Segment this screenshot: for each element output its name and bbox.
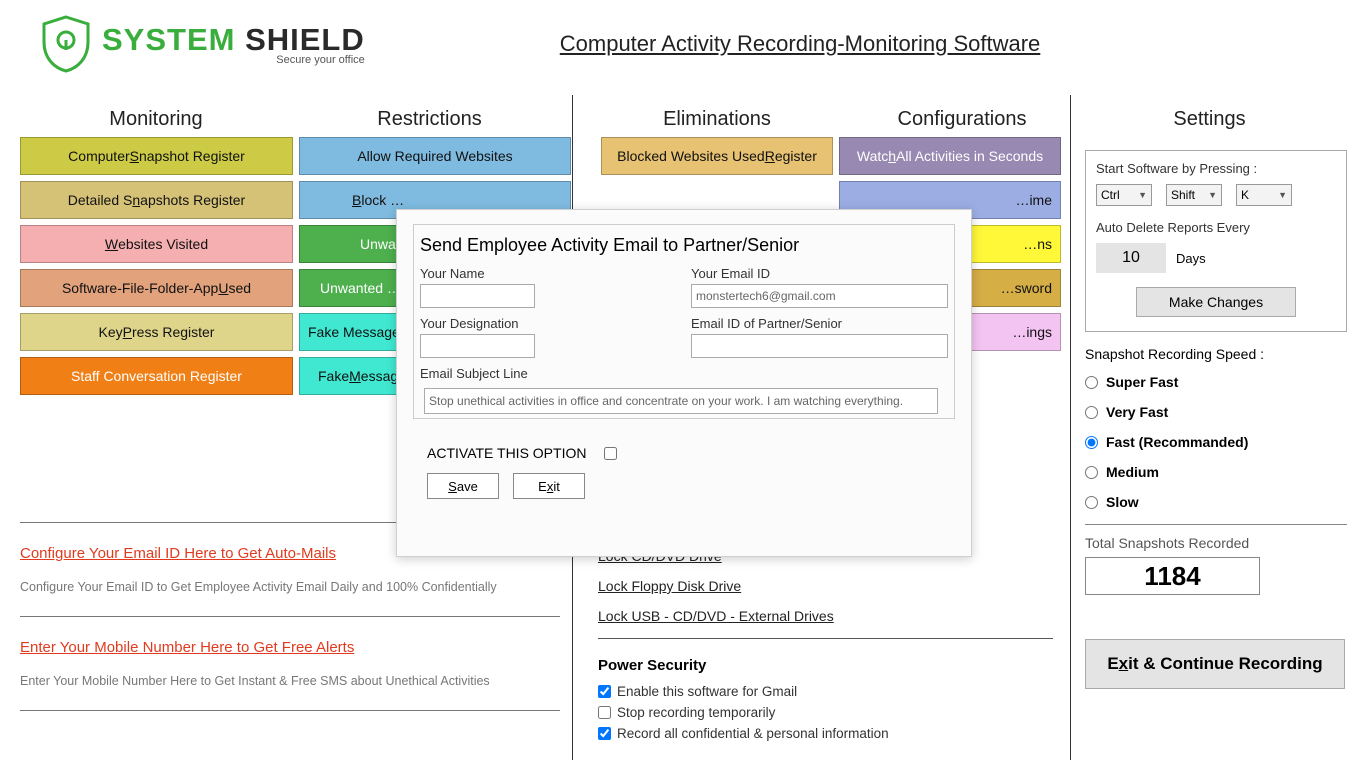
allow-websites-button[interactable]: Allow Required Websites — [299, 137, 571, 175]
partner-email-input[interactable] — [691, 334, 948, 358]
col-header-configurations: Configurations — [847, 108, 1077, 131]
col-header-settings: Settings — [1087, 108, 1332, 131]
speed-slow-radio[interactable]: Slow — [1085, 494, 1347, 510]
mobile-number-link[interactable]: Enter Your Mobile Number Here to Get Fre… — [20, 639, 560, 656]
logo-text: SYSTEM SHIELD — [102, 22, 365, 58]
software-used-button[interactable]: Software-File-Folder-App Used — [20, 269, 293, 307]
exit-continue-button[interactable]: Exit & Continue Recording — [1085, 639, 1345, 689]
header: SYSTEM SHIELD Secure your office Compute… — [0, 0, 1366, 82]
dialog-title: Send Employee Activity Email to Partner/… — [416, 235, 952, 266]
hotkey-select-1[interactable]: Ctrl▼ — [1096, 184, 1152, 206]
subject-input[interactable] — [424, 388, 938, 414]
power-security-title: Power Security — [598, 657, 1048, 674]
blocked-websites-register-button[interactable]: Blocked Websites Used Register — [601, 137, 833, 175]
your-name-label: Your Name — [420, 266, 677, 281]
activate-checkbox[interactable] — [604, 447, 617, 460]
auto-delete-days-value[interactable]: 10 — [1096, 243, 1166, 273]
activate-label: ACTIVATE THIS OPTION — [427, 445, 586, 461]
speed-fast-radio[interactable]: Fast (Recommanded) — [1085, 434, 1347, 450]
chevron-down-icon: ▼ — [1278, 190, 1287, 200]
keypress-register-button[interactable]: KeyPress Register — [20, 313, 293, 351]
partner-email-label: Email ID of Partner/Senior — [691, 316, 948, 331]
right-lower-panel: Lock CD/DVD Drive Lock Floppy Disk Drive… — [598, 548, 1048, 747]
column-headers: Monitoring Restrictions Eliminations Con… — [0, 108, 1366, 131]
total-snapshots-label: Total Snapshots Recorded — [1085, 535, 1347, 551]
your-name-input[interactable] — [420, 284, 535, 308]
configure-email-desc: Configure Your Email ID to Get Employee … — [20, 580, 560, 594]
total-snapshots-value: 1184 — [1085, 557, 1260, 595]
record-confidential-checkbox[interactable]: Record all confidential & personal infor… — [598, 726, 1048, 741]
stop-recording-checkbox[interactable]: Stop recording temporarily — [598, 705, 1048, 720]
app-title: Computer Activity Recording-Monitoring S… — [560, 31, 1041, 57]
mobile-number-desc: Enter Your Mobile Number Here to Get Ins… — [20, 674, 560, 688]
chevron-down-icon: ▼ — [1138, 190, 1147, 200]
exit-button[interactable]: Exit — [513, 473, 585, 499]
col-header-restrictions: Restrictions — [292, 108, 567, 131]
designation-input[interactable] — [420, 334, 535, 358]
days-text: Days — [1176, 251, 1206, 266]
speed-medium-radio[interactable]: Medium — [1085, 464, 1347, 480]
col-header-eliminations: Eliminations — [587, 108, 847, 131]
speed-super-fast-radio[interactable]: Super Fast — [1085, 374, 1347, 390]
subject-label: Email Subject Line — [420, 366, 948, 381]
hotkey-select-2[interactable]: Shift▼ — [1166, 184, 1222, 206]
speed-very-fast-radio[interactable]: Very Fast — [1085, 404, 1347, 420]
settings-panel: Start Software by Pressing : Ctrl▼ Shift… — [1085, 150, 1347, 689]
detailed-snapshots-button[interactable]: Detailed Snapshots Register — [20, 181, 293, 219]
make-changes-button[interactable]: Make Changes — [1136, 287, 1296, 317]
staff-conversation-button[interactable]: Staff Conversation Register — [20, 357, 293, 395]
chevron-down-icon: ▼ — [1208, 190, 1217, 200]
snapshot-speed-title: Snapshot Recording Speed : — [1085, 346, 1347, 362]
websites-visited-button[interactable]: Websites Visited — [20, 225, 293, 263]
your-email-label: Your Email ID — [691, 266, 948, 281]
logo: SYSTEM SHIELD Secure your office — [38, 14, 365, 74]
hotkey-select-3[interactable]: K▼ — [1236, 184, 1292, 206]
shield-icon — [38, 14, 94, 74]
lock-usb-link[interactable]: Lock USB - CD/DVD - External Drives — [598, 608, 1048, 624]
start-software-label: Start Software by Pressing : — [1096, 161, 1336, 176]
lock-floppy-link[interactable]: Lock Floppy Disk Drive — [598, 578, 1048, 594]
auto-delete-label: Auto Delete Reports Every — [1096, 220, 1336, 235]
enable-gmail-checkbox[interactable]: Enable this software for Gmail — [598, 684, 1048, 699]
send-email-dialog: Send Employee Activity Email to Partner/… — [396, 209, 972, 557]
col-header-monitoring: Monitoring — [20, 108, 292, 131]
your-email-input[interactable] — [691, 284, 948, 308]
save-button[interactable]: Save — [427, 473, 499, 499]
snapshot-register-button[interactable]: Computer Snapshot Register — [20, 137, 293, 175]
logo-subtitle: Secure your office — [102, 54, 365, 66]
watch-activities-button[interactable]: Watch All Activities in Seconds — [839, 137, 1061, 175]
designation-label: Your Designation — [420, 316, 677, 331]
